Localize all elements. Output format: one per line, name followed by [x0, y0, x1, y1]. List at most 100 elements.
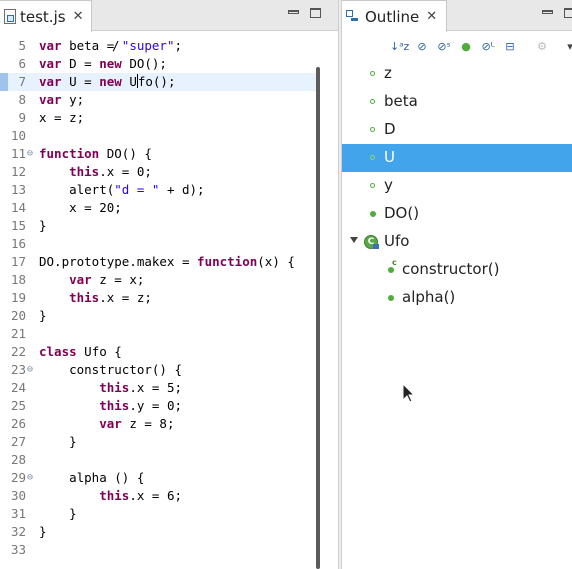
- code-text: constructor() {: [39, 361, 182, 379]
- code-line[interactable]: 33: [0, 541, 316, 559]
- code-token: fo();: [137, 74, 176, 89]
- outline-item-label: y: [384, 176, 393, 194]
- code-line[interactable]: 27 }: [0, 433, 316, 451]
- hide-local-types-icon[interactable]: ⊘ᴸ: [480, 39, 496, 55]
- fold-toggle-icon[interactable]: ⊖: [27, 469, 33, 487]
- code-line[interactable]: 29 ⊖ alpha () {: [0, 469, 316, 487]
- outline-toolbar: ↓ᵃz ⊘ ⊘ˢ ● ⊘ᴸ ⊟ ⚙ ▾: [342, 32, 572, 60]
- code-token: .x = 5;: [129, 380, 183, 395]
- link-editor-icon[interactable]: ⚙: [534, 39, 550, 55]
- outline-tree[interactable]: z beta D Uy DO() C Ufo c constructor() alpha(): [342, 60, 572, 569]
- outline-item-label: alpha(): [402, 288, 456, 306]
- outline-item-u[interactable]: U: [342, 144, 572, 172]
- code-text: alpha () {: [39, 469, 144, 487]
- code-line[interactable]: 17 DO.prototype.makex = function(x) {: [0, 253, 316, 271]
- outline-item-label: DO(): [384, 204, 420, 222]
- hide-fields-icon[interactable]: ⊘: [414, 39, 430, 55]
- keyword-token: this: [69, 290, 100, 305]
- minimize-outline-icon[interactable]: [542, 10, 553, 14]
- code-line[interactable]: 18 var z = x;: [0, 271, 316, 289]
- code-line[interactable]: 26 var z = 8;: [0, 415, 316, 433]
- close-tab-icon[interactable]: ✕: [73, 9, 84, 24]
- code-line[interactable]: 23 ⊖ constructor() {: [0, 361, 316, 379]
- outline-tab[interactable]: Outline ✕: [342, 0, 447, 32]
- line-number: 31: [10, 506, 26, 521]
- code-line[interactable]: 21: [0, 325, 316, 343]
- code-line[interactable]: 24 this.x = 5;: [0, 379, 316, 397]
- code-line[interactable]: 5 var beta = "super";: [0, 37, 316, 55]
- expand-collapse-icon[interactable]: [350, 237, 358, 243]
- code-line[interactable]: 13 alert("d = " + d);: [0, 181, 316, 199]
- outline-item-constructor[interactable]: c constructor(): [342, 256, 572, 284]
- maximize-editor-icon[interactable]: [310, 8, 321, 18]
- editor-vertical-scrollbar[interactable]: [316, 67, 320, 569]
- code-token: + d);: [159, 182, 205, 197]
- keyword-token: new: [99, 56, 122, 71]
- outline-item-do[interactable]: DO(): [342, 200, 572, 228]
- outline-view-icon: [346, 9, 360, 24]
- outline-item-label: D: [384, 120, 396, 138]
- hide-static-icon[interactable]: ⊘ˢ: [436, 39, 452, 55]
- code-line[interactable]: 15}: [0, 217, 316, 235]
- code-text: this.x = 0;: [39, 163, 152, 181]
- line-number: 14: [10, 200, 26, 215]
- code-line[interactable]: 25 this.y = 0;: [0, 397, 316, 415]
- editor-tab-test-js[interactable]: test.js ✕: [0, 0, 92, 32]
- code-token: .y = 0;: [129, 398, 183, 413]
- view-menu-icon[interactable]: ▾: [562, 39, 572, 55]
- code-line[interactable]: 20}: [0, 307, 316, 325]
- code-line[interactable]: 32}: [0, 523, 316, 541]
- line-number: 19: [10, 290, 26, 305]
- method-icon: [370, 211, 376, 217]
- code-text: alert("d = " + d);: [39, 181, 205, 199]
- fold-toggle-icon[interactable]: ⊖: [27, 145, 33, 163]
- code-text: x = 20;: [39, 199, 122, 217]
- code-line[interactable]: 31 }: [0, 505, 316, 523]
- outline-item-beta[interactable]: beta: [342, 88, 572, 116]
- code-line[interactable]: 16: [0, 235, 316, 253]
- keyword-token: class: [39, 344, 77, 359]
- code-line[interactable]: 14 x = 20;: [0, 199, 316, 217]
- code-line[interactable]: 22 class Ufo {: [0, 343, 316, 361]
- line-number: 32: [10, 524, 26, 539]
- code-line[interactable]: 6 var D = new DO();: [0, 55, 316, 73]
- keyword-token: var: [39, 56, 70, 71]
- outline-item-ufo[interactable]: C Ufo: [342, 228, 572, 256]
- code-line[interactable]: 19 this.x = z;: [0, 289, 316, 307]
- close-outline-icon[interactable]: ✕: [426, 9, 437, 24]
- variable-icon: [370, 155, 375, 160]
- code-line[interactable]: 9 x = z;: [0, 109, 316, 127]
- code-token: y;: [69, 92, 85, 107]
- outline-item-y[interactable]: y: [342, 172, 572, 200]
- code-line[interactable]: 30 this.x = 6;: [0, 487, 316, 505]
- code-line[interactable]: 10: [0, 127, 316, 145]
- outline-item-z[interactable]: z: [342, 60, 572, 88]
- code-line[interactable]: 11 ⊖ function DO() {: [0, 145, 316, 163]
- maximize-outline-icon[interactable]: [564, 8, 572, 18]
- outline-item-d[interactable]: D: [342, 116, 572, 144]
- string-token: "d = ": [114, 182, 160, 197]
- code-token: alert(: [39, 182, 115, 197]
- code-line[interactable]: 7 var U = new Ufo();: [0, 73, 316, 91]
- minimize-editor-icon[interactable]: [288, 10, 299, 14]
- hide-nonpublic-icon[interactable]: ●: [458, 39, 474, 55]
- sort-alpha-icon[interactable]: ↓ᵃz: [390, 39, 409, 55]
- code-text: function DO() {: [39, 145, 152, 163]
- string-token: "super": [121, 38, 175, 53]
- outline-item-alpha[interactable]: alpha(): [342, 284, 572, 312]
- fold-toggle-icon[interactable]: ⊖: [27, 361, 33, 379]
- code-token: x = z;: [39, 110, 85, 125]
- code-token: }: [39, 524, 47, 539]
- code-line[interactable]: 8 var y;: [0, 91, 316, 109]
- code-line[interactable]: 12 this.x = 0;: [0, 163, 316, 181]
- keyword-token: function: [39, 146, 100, 161]
- code-editor[interactable]: / 5 var beta = "super"; 6 var D = new DO();…: [0, 31, 316, 569]
- collapse-all-icon[interactable]: ⊟: [502, 39, 518, 55]
- mouse-pointer-icon: [402, 383, 416, 403]
- variable-icon: [370, 127, 375, 132]
- code-line[interactable]: 28: [0, 451, 316, 469]
- constructor-icon: [388, 267, 394, 273]
